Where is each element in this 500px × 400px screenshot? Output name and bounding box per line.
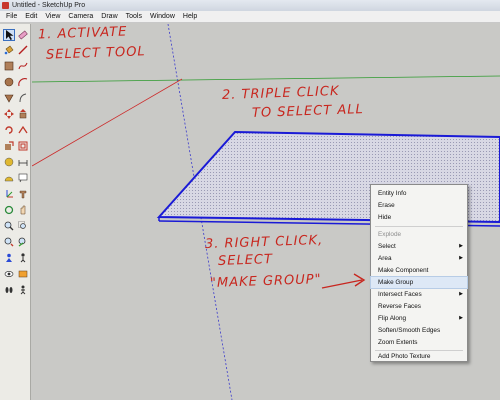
green-axis-line — [32, 75, 500, 83]
previous-view-icon[interactable] — [17, 236, 29, 248]
menu-bar: File Edit View Camera Draw Tools Window … — [0, 11, 500, 23]
annotation-step-3-line-2: SELECT — [217, 252, 274, 269]
freehand-icon[interactable] — [17, 60, 29, 72]
menu-item-add-photo-texture[interactable]: Add Photo Texture — [371, 351, 467, 362]
pencil-line-icon[interactable] — [17, 44, 29, 56]
menu-separator — [375, 226, 463, 227]
rotate-icon[interactable] — [3, 124, 15, 136]
submenu-arrow-icon: ▶ — [459, 243, 463, 249]
menu-tools[interactable]: Tools — [122, 11, 146, 22]
context-menu: Entity Info Erase Hide Explode Select ▶ A… — [370, 184, 468, 362]
menu-item-intersect-faces[interactable]: Intersect Faces ▶ — [371, 289, 467, 300]
menu-draw[interactable]: Draw — [97, 11, 121, 22]
annotation-step-1-line-1: 1. ACTIVATE — [37, 24, 128, 43]
menu-item-intersect-faces-label: Intersect Faces — [378, 291, 422, 298]
menu-item-zoom-extents[interactable]: Zoom Extents — [371, 337, 467, 348]
circle-icon[interactable] — [3, 76, 15, 88]
offset-icon[interactable] — [17, 140, 29, 152]
arc-icon[interactable] — [17, 76, 29, 88]
menu-window[interactable]: Window — [146, 11, 179, 22]
annotation-arrow — [321, 279, 363, 289]
walk-icon[interactable] — [17, 252, 29, 264]
menu-item-hide[interactable]: Hide — [371, 212, 467, 223]
menu-item-flip-along[interactable]: Flip Along ▶ — [371, 313, 467, 324]
submenu-arrow-icon: ▶ — [459, 291, 463, 297]
menu-item-make-component[interactable]: Make Component — [371, 265, 467, 276]
scale-icon[interactable] — [3, 140, 15, 152]
footprint-icon[interactable] — [3, 284, 15, 296]
menu-view[interactable]: View — [41, 11, 64, 22]
menu-item-select-label: Select — [378, 243, 396, 250]
freehand-curve-icon[interactable] — [17, 92, 29, 104]
pan-icon[interactable] — [17, 204, 29, 216]
follow-me-icon[interactable] — [17, 124, 29, 136]
tape-measure-icon[interactable] — [3, 156, 15, 168]
paint-bucket-icon[interactable] — [3, 44, 15, 56]
window-title: Untitled - SketchUp Pro — [12, 2, 86, 9]
menu-item-reverse-faces[interactable]: Reverse Faces — [371, 301, 467, 312]
rectangle-icon[interactable] — [3, 60, 15, 72]
push-pull-icon[interactable] — [17, 108, 29, 120]
menu-item-erase[interactable]: Erase — [371, 200, 467, 211]
axes-icon[interactable] — [3, 188, 15, 200]
text-icon[interactable] — [17, 172, 29, 184]
menu-item-area[interactable]: Area ▶ — [371, 253, 467, 264]
dimension-icon[interactable] — [17, 156, 29, 168]
menu-help[interactable]: Help — [179, 11, 201, 22]
menu-item-soften-smooth-edges[interactable]: Soften/Smooth Edges — [371, 325, 467, 336]
menu-file[interactable]: File — [2, 11, 21, 22]
menu-item-explode: Explode — [378, 231, 402, 238]
select-arrow-icon[interactable] — [3, 29, 15, 41]
position-camera-icon[interactable] — [3, 252, 15, 264]
move-icon[interactable] — [3, 108, 15, 120]
menu-camera[interactable]: Camera — [64, 11, 97, 22]
menu-item-flip-along-label: Flip Along — [378, 315, 407, 322]
polygon-icon[interactable] — [3, 92, 15, 104]
zoom-extents-icon[interactable] — [3, 236, 15, 248]
section-plane-icon[interactable] — [17, 268, 29, 280]
menu-edit[interactable]: Edit — [21, 11, 41, 22]
title-bar: Untitled - SketchUp Pro — [0, 0, 500, 11]
zoom-window-icon[interactable] — [17, 220, 29, 232]
menu-item-entity-info[interactable]: Entity Info — [371, 188, 467, 199]
protractor-icon[interactable] — [3, 172, 15, 184]
menu-item-area-label: Area — [378, 255, 392, 262]
look-around-icon[interactable] — [3, 268, 15, 280]
eraser-icon[interactable] — [17, 29, 29, 41]
walk-figure-icon[interactable] — [17, 284, 29, 296]
large-tool-set-toolbar — [0, 24, 31, 400]
3d-text-icon[interactable] — [17, 188, 29, 200]
menu-item-select[interactable]: Select ▶ — [371, 241, 467, 252]
submenu-arrow-icon: ▶ — [459, 315, 463, 321]
menu-item-make-group[interactable]: Make Group — [370, 276, 468, 289]
orbit-icon[interactable] — [3, 204, 15, 216]
red-axis-line — [32, 78, 183, 167]
zoom-icon[interactable] — [3, 220, 15, 232]
submenu-arrow-icon: ▶ — [459, 255, 463, 261]
sketchup-app-icon — [2, 2, 9, 9]
